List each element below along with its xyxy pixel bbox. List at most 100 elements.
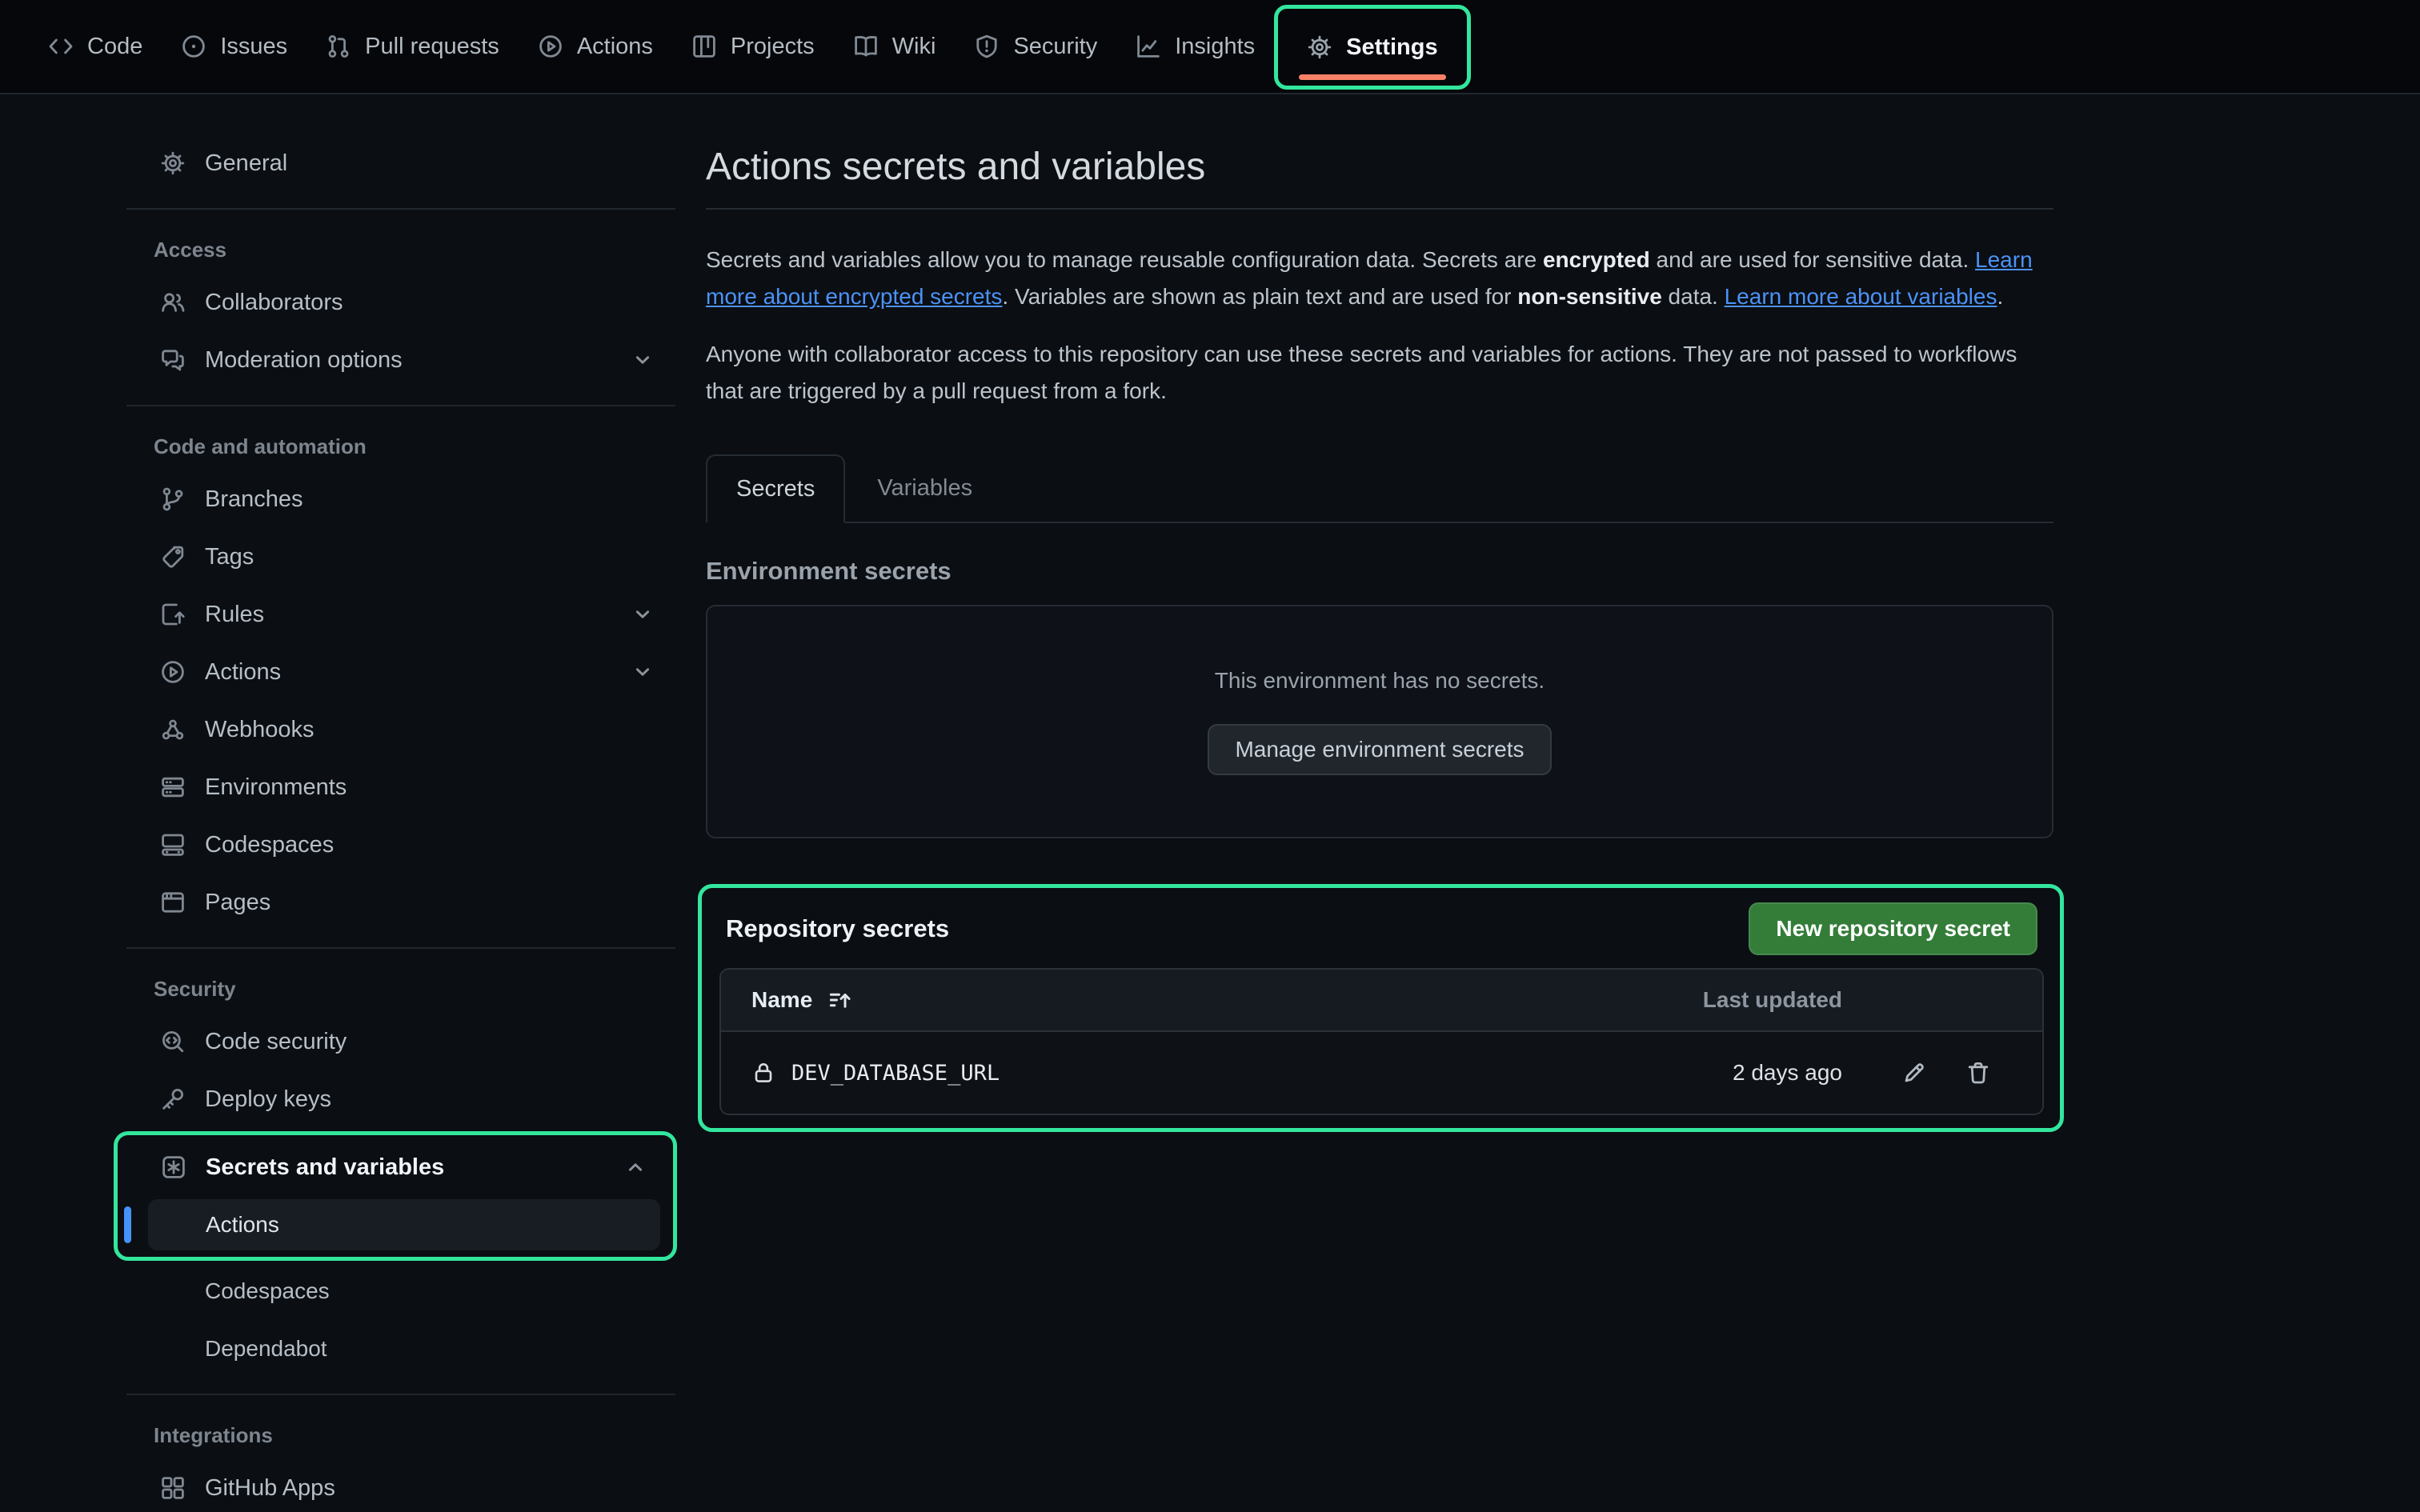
sidebar-item-label: Codespaces (205, 832, 655, 858)
sidebar-item-code-security[interactable]: Code security (147, 1016, 667, 1067)
settings-sidebar: General Access Collaborators Moderation opt… (125, 94, 677, 1512)
nav-tab-label: Wiki (892, 34, 936, 60)
intro-text: . (1997, 284, 2003, 309)
sidebar-subitem-label: Dependabot (205, 1336, 327, 1362)
sidebar-item-branches[interactable]: Branches (147, 474, 667, 525)
nav-tab-projects[interactable]: Projects (672, 0, 834, 93)
sidebar-item-deploy-keys[interactable]: Deploy keys (147, 1074, 667, 1125)
intro-paragraph: Secrets and variables allow you to manag… (706, 242, 2053, 315)
sidebar-item-label: General (205, 150, 655, 177)
sort-ascending-icon[interactable] (828, 988, 852, 1012)
nav-tab-issues[interactable]: Issues (162, 0, 307, 93)
browser-icon (160, 890, 186, 915)
name-header-cell: Name (721, 987, 1570, 1013)
sidebar-item-label: Actions (205, 659, 611, 686)
play-icon (538, 34, 563, 59)
sidebar-section-access: Access (154, 234, 677, 266)
sidebar-item-label: Collaborators (205, 290, 655, 316)
sidebar-item-webhooks[interactable]: Webhooks (147, 704, 667, 755)
nav-tab-label: Code (87, 34, 142, 60)
sidebar-divider (126, 1394, 675, 1395)
chevron-down-icon (631, 660, 655, 684)
sidebar-item-label: Deploy keys (205, 1086, 655, 1113)
codespaces-icon (160, 832, 186, 858)
rules-icon (160, 602, 186, 627)
nav-tab-settings[interactable]: Settings (1288, 34, 1456, 61)
sidebar-item-moderation-options[interactable]: Moderation options (147, 334, 667, 386)
secret-actions-cell (1842, 1060, 2042, 1086)
intro-bold-non-sensitive: non-sensitive (1517, 284, 1661, 309)
sidebar-item-collaborators[interactable]: Collaborators (147, 277, 667, 328)
graph-icon (1136, 34, 1161, 59)
settings-layout: General Access Collaborators Moderation opt… (0, 94, 2420, 1512)
new-repository-secret-button[interactable]: New repository secret (1749, 902, 2037, 955)
sidebar-item-environments[interactable]: Environments (147, 762, 667, 813)
secret-name: DEV_DATABASE_URL (791, 1061, 1000, 1086)
pencil-icon[interactable] (1901, 1060, 1927, 1086)
book-icon (853, 34, 879, 59)
intro-text: and are used for sensitive data. (1650, 247, 1975, 272)
sidebar-item-pages[interactable]: Pages (147, 877, 667, 928)
secret-box-icon (161, 1154, 186, 1180)
annotation-box-repository-secrets: Repository secrets New repository secret… (698, 884, 2064, 1132)
issue-icon (181, 34, 206, 59)
sidebar-divider (126, 405, 675, 406)
sidebar-item-codespaces[interactable]: Codespaces (147, 819, 667, 870)
name-header-label: Name (751, 987, 812, 1013)
sidebar-subitem-codespaces[interactable]: Codespaces (147, 1266, 667, 1317)
sidebar-subitem-dependabot[interactable]: Dependabot (147, 1323, 667, 1374)
code-icon (48, 34, 74, 59)
page-title: Actions secrets and variables (706, 144, 2053, 190)
trash-icon[interactable] (1965, 1060, 1991, 1086)
webhook-icon (160, 717, 186, 742)
repository-secrets-header: Repository secrets New repository secret (719, 902, 2044, 955)
sidebar-item-label: Tags (205, 544, 655, 570)
settings-main: Actions secrets and variables Secrets an… (677, 94, 2420, 1512)
table-header-row: Name Last updated (721, 970, 2042, 1030)
secret-row: DEV_DATABASE_URL 2 days ago (721, 1030, 2042, 1114)
link-variables[interactable]: Learn more about variables (1725, 284, 1997, 309)
sidebar-item-secrets-and-variables[interactable]: Secrets and variables (148, 1142, 660, 1193)
intro-text: . Variables are shown as plain text and … (1002, 284, 1517, 309)
sidebar-item-label: Branches (205, 486, 655, 513)
repository-secrets-heading: Repository secrets (726, 914, 949, 943)
nav-tab-label: Insights (1175, 34, 1255, 60)
sidebar-section-integrations: Integrations (154, 1419, 677, 1451)
sidebar-item-tags[interactable]: Tags (147, 531, 667, 582)
nav-tab-security[interactable]: Security (955, 0, 1116, 93)
sidebar-divider (126, 208, 675, 210)
chevron-up-icon (623, 1155, 647, 1179)
sidebar-item-label: Code security (205, 1029, 655, 1055)
nav-tab-pull-requests[interactable]: Pull requests (307, 0, 519, 93)
sidebar-item-general[interactable]: General (147, 138, 667, 189)
nav-tab-code[interactable]: Code (29, 0, 162, 93)
sidebar-item-actions[interactable]: Actions (147, 646, 667, 698)
nav-tab-label: Projects (731, 34, 815, 60)
secret-updated-cell: 2 days ago (1570, 1060, 1842, 1086)
sidebar-item-label: Environments (205, 774, 655, 801)
gear-icon (1307, 34, 1332, 60)
nav-tab-insights[interactable]: Insights (1116, 0, 1274, 93)
sidebar-item-label: Rules (205, 602, 611, 628)
tab-secrets[interactable]: Secrets (706, 454, 845, 523)
sidebar-section-code-and-automation: Code and automation (154, 430, 677, 462)
nav-tab-wiki[interactable]: Wiki (834, 0, 956, 93)
pull-request-icon (326, 34, 351, 59)
sidebar-item-github-apps[interactable]: GitHub Apps (147, 1462, 667, 1512)
environment-secrets-heading: Environment secrets (706, 557, 2053, 586)
title-divider (706, 208, 2053, 210)
sidebar-item-label: Pages (205, 890, 655, 916)
annotation-box-settings-tab: Settings (1274, 5, 1470, 90)
sidebar-subitem-label: Codespaces (205, 1278, 330, 1304)
annotation-box-secrets-and-variables: Secrets and variables Actions (114, 1131, 677, 1261)
sidebar-subitem-actions[interactable]: Actions (148, 1199, 660, 1250)
git-branch-icon (160, 486, 186, 512)
manage-environment-secrets-button[interactable]: Manage environment secrets (1208, 724, 1551, 775)
tab-variables[interactable]: Variables (845, 454, 1004, 522)
nav-tab-label: Issues (220, 34, 287, 60)
people-icon (160, 290, 186, 315)
sidebar-item-rules[interactable]: Rules (147, 589, 667, 640)
nav-tab-actions[interactable]: Actions (519, 0, 672, 93)
shield-icon (974, 34, 1000, 59)
intro-text: Secrets and variables allow you to manag… (706, 247, 1543, 272)
